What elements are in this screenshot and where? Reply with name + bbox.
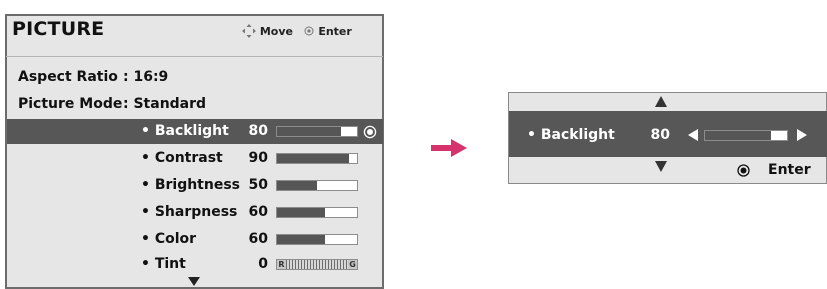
contrast-level-fill	[277, 154, 349, 163]
adjust-label: • Backlight	[527, 127, 615, 143]
tint-red-label: R	[277, 260, 286, 269]
backlight-level-fill	[277, 127, 341, 136]
enter-hint-label: Enter	[318, 25, 352, 38]
color-level-fill	[277, 235, 325, 244]
adjust-level-bar[interactable]	[704, 130, 788, 141]
brightness-level-fill	[277, 181, 317, 190]
aspect-ratio-label[interactable]: Aspect Ratio	[18, 69, 118, 85]
move-arrows-icon	[242, 24, 256, 38]
sharpness-level-bar[interactable]	[276, 207, 358, 218]
menu-item-backlight[interactable]: • Backlight	[141, 123, 229, 139]
color-level-bar[interactable]	[276, 234, 358, 245]
title-divider	[6, 56, 383, 57]
enter-label: Enter	[768, 162, 811, 178]
picture-mode-value: : Standard	[123, 96, 207, 112]
tint-balance-bar[interactable]: R G	[276, 259, 358, 270]
menu-item-brightness[interactable]: • Brightness	[141, 177, 240, 193]
sharpness-value: 60	[248, 204, 268, 220]
contrast-level-bar[interactable]	[276, 153, 358, 164]
scroll-down-arrow-icon[interactable]	[188, 277, 200, 286]
color-value: 60	[248, 231, 268, 247]
picture-mode-label[interactable]: Picture Mode	[18, 96, 122, 112]
tint-scale	[286, 260, 348, 269]
down-arrow-icon[interactable]	[655, 161, 667, 172]
tint-value: 0	[258, 256, 268, 272]
aspect-ratio-value: : 16:9	[123, 69, 169, 85]
right-arrow-icon	[431, 139, 467, 157]
tint-green-label: G	[348, 260, 357, 269]
adjust-value: 80	[650, 127, 670, 143]
decrease-arrow-icon[interactable]	[688, 129, 698, 141]
brightness-value: 50	[248, 177, 268, 193]
menu-title: PICTURE	[12, 18, 105, 40]
adjust-level-fill	[705, 131, 771, 140]
backlight-level-bar[interactable]	[276, 126, 358, 137]
enter-circle-icon	[304, 26, 314, 36]
move-hint-label: Move	[259, 25, 293, 38]
enter-circle-icon[interactable]	[363, 125, 377, 139]
enter-circle-icon[interactable]	[737, 164, 750, 177]
brightness-level-bar[interactable]	[276, 180, 358, 191]
menu-item-contrast[interactable]: • Contrast	[141, 150, 223, 166]
nav-hint: Move Enter	[242, 24, 352, 38]
menu-item-sharpness[interactable]: • Sharpness	[141, 204, 237, 220]
menu-item-tint[interactable]: • Tint	[141, 256, 186, 272]
up-arrow-icon[interactable]	[655, 96, 667, 107]
contrast-value: 90	[248, 150, 268, 166]
menu-item-color[interactable]: • Color	[141, 231, 196, 247]
sharpness-level-fill	[277, 208, 325, 217]
backlight-value: 80	[248, 123, 268, 139]
increase-arrow-icon[interactable]	[797, 129, 807, 141]
